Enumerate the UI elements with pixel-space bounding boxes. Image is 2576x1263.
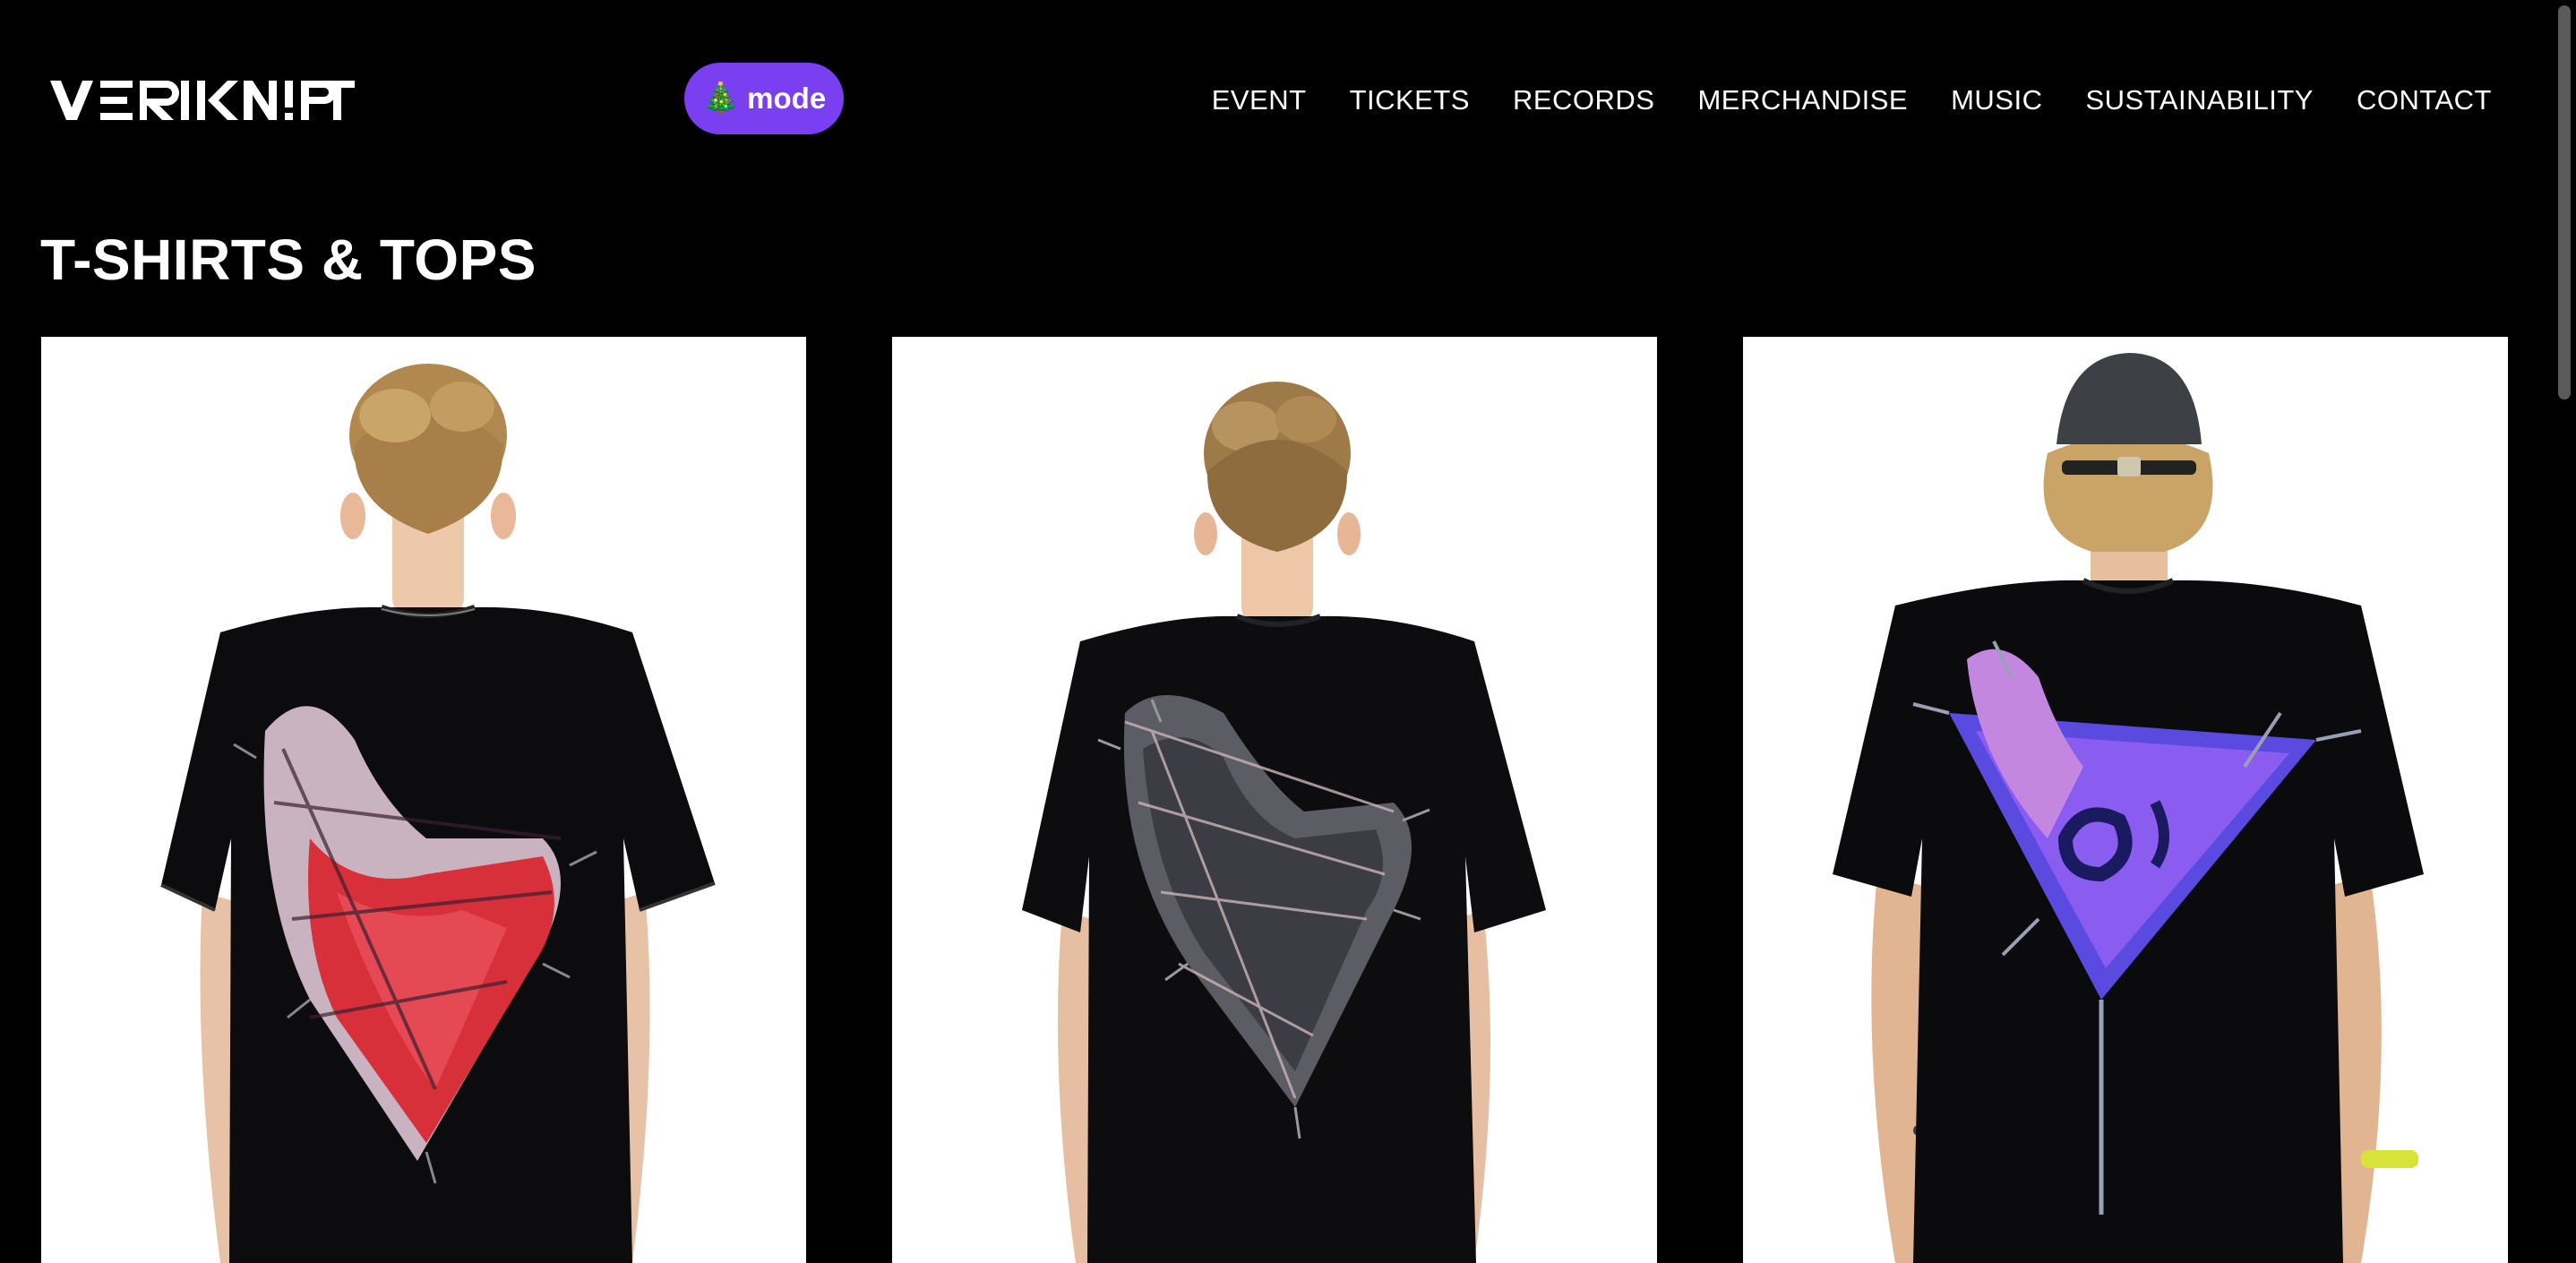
- nav-item-contact[interactable]: CONTACT: [2357, 84, 2492, 116]
- section-title: T-SHIRTS & TOPS: [40, 228, 537, 292]
- product-image-purple-triangle-tee: [1743, 337, 2508, 1263]
- brand-logo[interactable]: [50, 77, 355, 124]
- page: 🎄 mode EVENT TICKETS RECORDS MERCHANDISE…: [0, 0, 2576, 1263]
- main-nav: EVENT TICKETS RECORDS MERCHANDISE MUSIC …: [1212, 81, 2492, 120]
- nav-item-music[interactable]: MUSIC: [1951, 84, 2042, 116]
- mode-toggle-button[interactable]: 🎄 mode: [684, 63, 844, 134]
- product-card-barbed-heart-tee[interactable]: [892, 337, 1657, 1263]
- nav-item-event[interactable]: EVENT: [1212, 84, 1307, 116]
- page-scrollbar[interactable]: [2553, 0, 2576, 1263]
- logo-wordmark-icon: [50, 81, 355, 120]
- nav-item-tickets[interactable]: TICKETS: [1350, 84, 1470, 116]
- christmas-tree-icon: 🎄: [701, 82, 741, 116]
- nav-item-merchandise[interactable]: MERCHANDISE: [1697, 84, 1908, 116]
- scrollbar-thumb[interactable]: [2558, 5, 2571, 400]
- product-card-red-heart-tee[interactable]: [41, 337, 806, 1263]
- product-image-barbed-heart-tee: [892, 337, 1657, 1263]
- mode-toggle-label: mode: [747, 82, 827, 115]
- product-card-purple-triangle-tee[interactable]: [1743, 337, 2508, 1263]
- nav-item-sustainability[interactable]: SUSTAINABILITY: [2085, 84, 2314, 116]
- product-image-red-heart-tee: [41, 337, 806, 1263]
- nav-item-records[interactable]: RECORDS: [1513, 84, 1655, 116]
